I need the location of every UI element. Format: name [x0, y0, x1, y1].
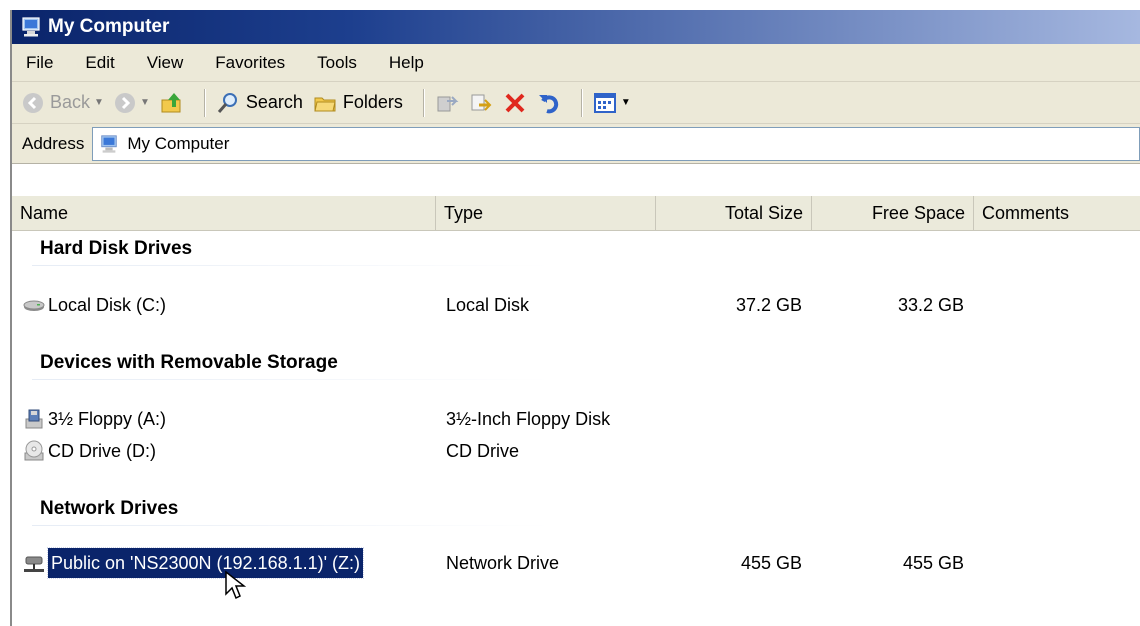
title-bar[interactable]: My Computer	[12, 10, 1140, 44]
back-button[interactable]: Back ▼	[22, 92, 104, 114]
item-type: Local Disk	[446, 295, 530, 315]
toolbar-separator	[422, 88, 425, 117]
forward-button[interactable]: ▼	[114, 92, 150, 114]
toolbar-separator	[580, 88, 583, 117]
menu-view[interactable]: View	[147, 53, 184, 73]
copy-to-icon	[471, 94, 492, 111]
address-bar: Address My Computer	[12, 124, 1140, 164]
cd-drive-icon	[24, 440, 44, 461]
menu-tools[interactable]: Tools	[317, 53, 357, 73]
menu-edit[interactable]: Edit	[85, 53, 114, 73]
item-type: Network Drive	[446, 553, 560, 573]
item-free-space: 33.2 GB	[897, 295, 964, 315]
group-title-network-drives: Network Drives	[40, 498, 179, 519]
back-arrow-icon	[23, 92, 43, 113]
delete-button[interactable]	[503, 91, 527, 115]
menu-favorites[interactable]: Favorites	[215, 53, 285, 73]
search-label: Search	[245, 92, 303, 112]
toolbar: Back ▼ ▼ Search Folders ▼	[12, 82, 1140, 124]
item-total-size: 37.2 GB	[735, 295, 802, 315]
item-name: Local Disk (C:)	[48, 295, 167, 315]
menu-file[interactable]: File	[26, 53, 53, 73]
group-title-removable-storage: Devices with Removable Storage	[40, 352, 338, 373]
menu-help[interactable]: Help	[389, 53, 424, 73]
group-divider	[32, 265, 552, 266]
column-header-free-space[interactable]: Free Space	[812, 196, 974, 230]
move-to-button[interactable]	[435, 91, 459, 115]
address-label: Address	[22, 133, 85, 153]
views-button[interactable]: ▼	[593, 91, 631, 115]
views-dropdown-icon[interactable]: ▼	[621, 97, 631, 108]
item-name-cell: Local Disk (C:)	[22, 290, 166, 320]
item-name-cell: 3½ Floppy (A:)	[22, 404, 166, 434]
item-free-space: 455 GB	[902, 553, 964, 573]
item-name: Public on 'NS2300N (192.168.1.1)' (Z:)	[46, 547, 365, 579]
column-header-total-size[interactable]: Total Size	[656, 196, 812, 230]
file-list: Name Type Total Size Free Space Comments…	[12, 196, 1140, 626]
column-header-row: Name Type Total Size Free Space Comments	[12, 196, 1140, 231]
back-dropdown-icon[interactable]: ▼	[94, 97, 104, 108]
network-drive-icon	[24, 556, 44, 572]
address-input[interactable]: My Computer	[92, 126, 1140, 161]
item-name: CD Drive (D:)	[48, 441, 156, 461]
column-header-type[interactable]: Type	[436, 196, 656, 230]
item-name: 3½ Floppy (A:)	[48, 409, 167, 429]
folder-up-icon	[161, 92, 181, 112]
group-title-hard-disk-drives: Hard Disk Drives	[40, 238, 193, 259]
search-icon	[217, 92, 237, 113]
my-computer-icon	[22, 17, 40, 37]
mouse-pointer-icon	[225, 570, 246, 600]
column-header-name[interactable]: Name	[12, 196, 436, 230]
copy-to-button[interactable]	[469, 91, 493, 115]
my-computer-icon	[101, 134, 118, 153]
column-header-comments[interactable]: Comments	[974, 196, 1140, 230]
undo-icon	[538, 94, 559, 113]
up-button[interactable]	[160, 91, 184, 115]
group-divider	[32, 525, 552, 526]
group-divider	[32, 379, 552, 380]
explorer-window: My Computer File Edit View Favorites Too…	[10, 10, 1140, 626]
item-name-cell: CD Drive (D:)	[22, 436, 156, 466]
views-icon	[593, 92, 616, 113]
address-value: My Computer	[127, 133, 230, 153]
item-type: CD Drive	[446, 441, 520, 461]
undo-button[interactable]	[537, 91, 561, 115]
hard-disk-icon	[23, 300, 45, 311]
move-to-icon	[437, 95, 459, 111]
folders-icon	[314, 97, 336, 111]
folders-label: Folders	[342, 92, 403, 112]
floppy-drive-icon	[25, 409, 43, 429]
forward-dropdown-icon[interactable]: ▼	[140, 97, 150, 108]
forward-arrow-icon	[114, 92, 135, 113]
toolbar-separator	[203, 88, 206, 117]
back-label: Back	[50, 92, 91, 112]
item-total-size: 455 GB	[740, 553, 802, 573]
search-button[interactable]: Search	[216, 91, 303, 115]
folders-button[interactable]: Folders	[313, 91, 403, 115]
window-title: My Computer	[48, 16, 170, 37]
item-name-cell: Public on 'NS2300N (192.168.1.1)' (Z:)	[22, 547, 365, 579]
delete-icon	[505, 93, 525, 112]
menu-bar: File Edit View Favorites Tools Help	[12, 44, 1140, 82]
item-type: 3½-Inch Floppy Disk	[446, 409, 611, 429]
